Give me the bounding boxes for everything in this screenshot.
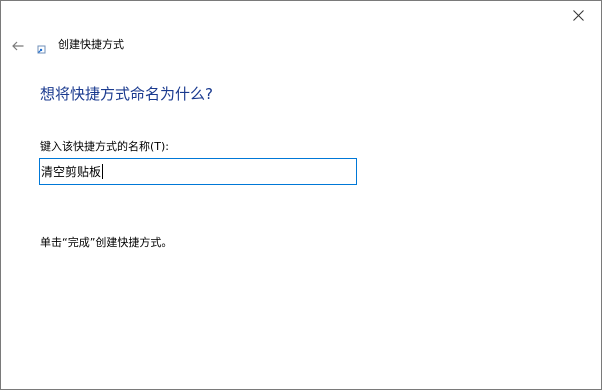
page-heading: 想将快捷方式命名为什么? (40, 85, 213, 103)
close-button[interactable] (555, 1, 601, 29)
back-button[interactable] (7, 35, 29, 55)
shortcut-wizard-icon (35, 40, 47, 54)
shortcut-name-value: 清空剪贴板 (41, 165, 102, 179)
shortcut-name-input[interactable]: 清空剪贴板 (39, 158, 357, 185)
shortcut-name-label: 键入该快捷方式的名称(T): (40, 140, 170, 153)
back-arrow-icon (12, 36, 24, 55)
create-shortcut-window: 创建快捷方式 想将快捷方式命名为什么? 键入该快捷方式的名称(T): 清空剪贴板… (0, 0, 602, 390)
finish-hint: 单击“完成”创建快捷方式。 (40, 236, 173, 249)
text-caret (102, 164, 104, 179)
wizard-title: 创建快捷方式 (58, 38, 124, 51)
close-icon (572, 9, 584, 21)
